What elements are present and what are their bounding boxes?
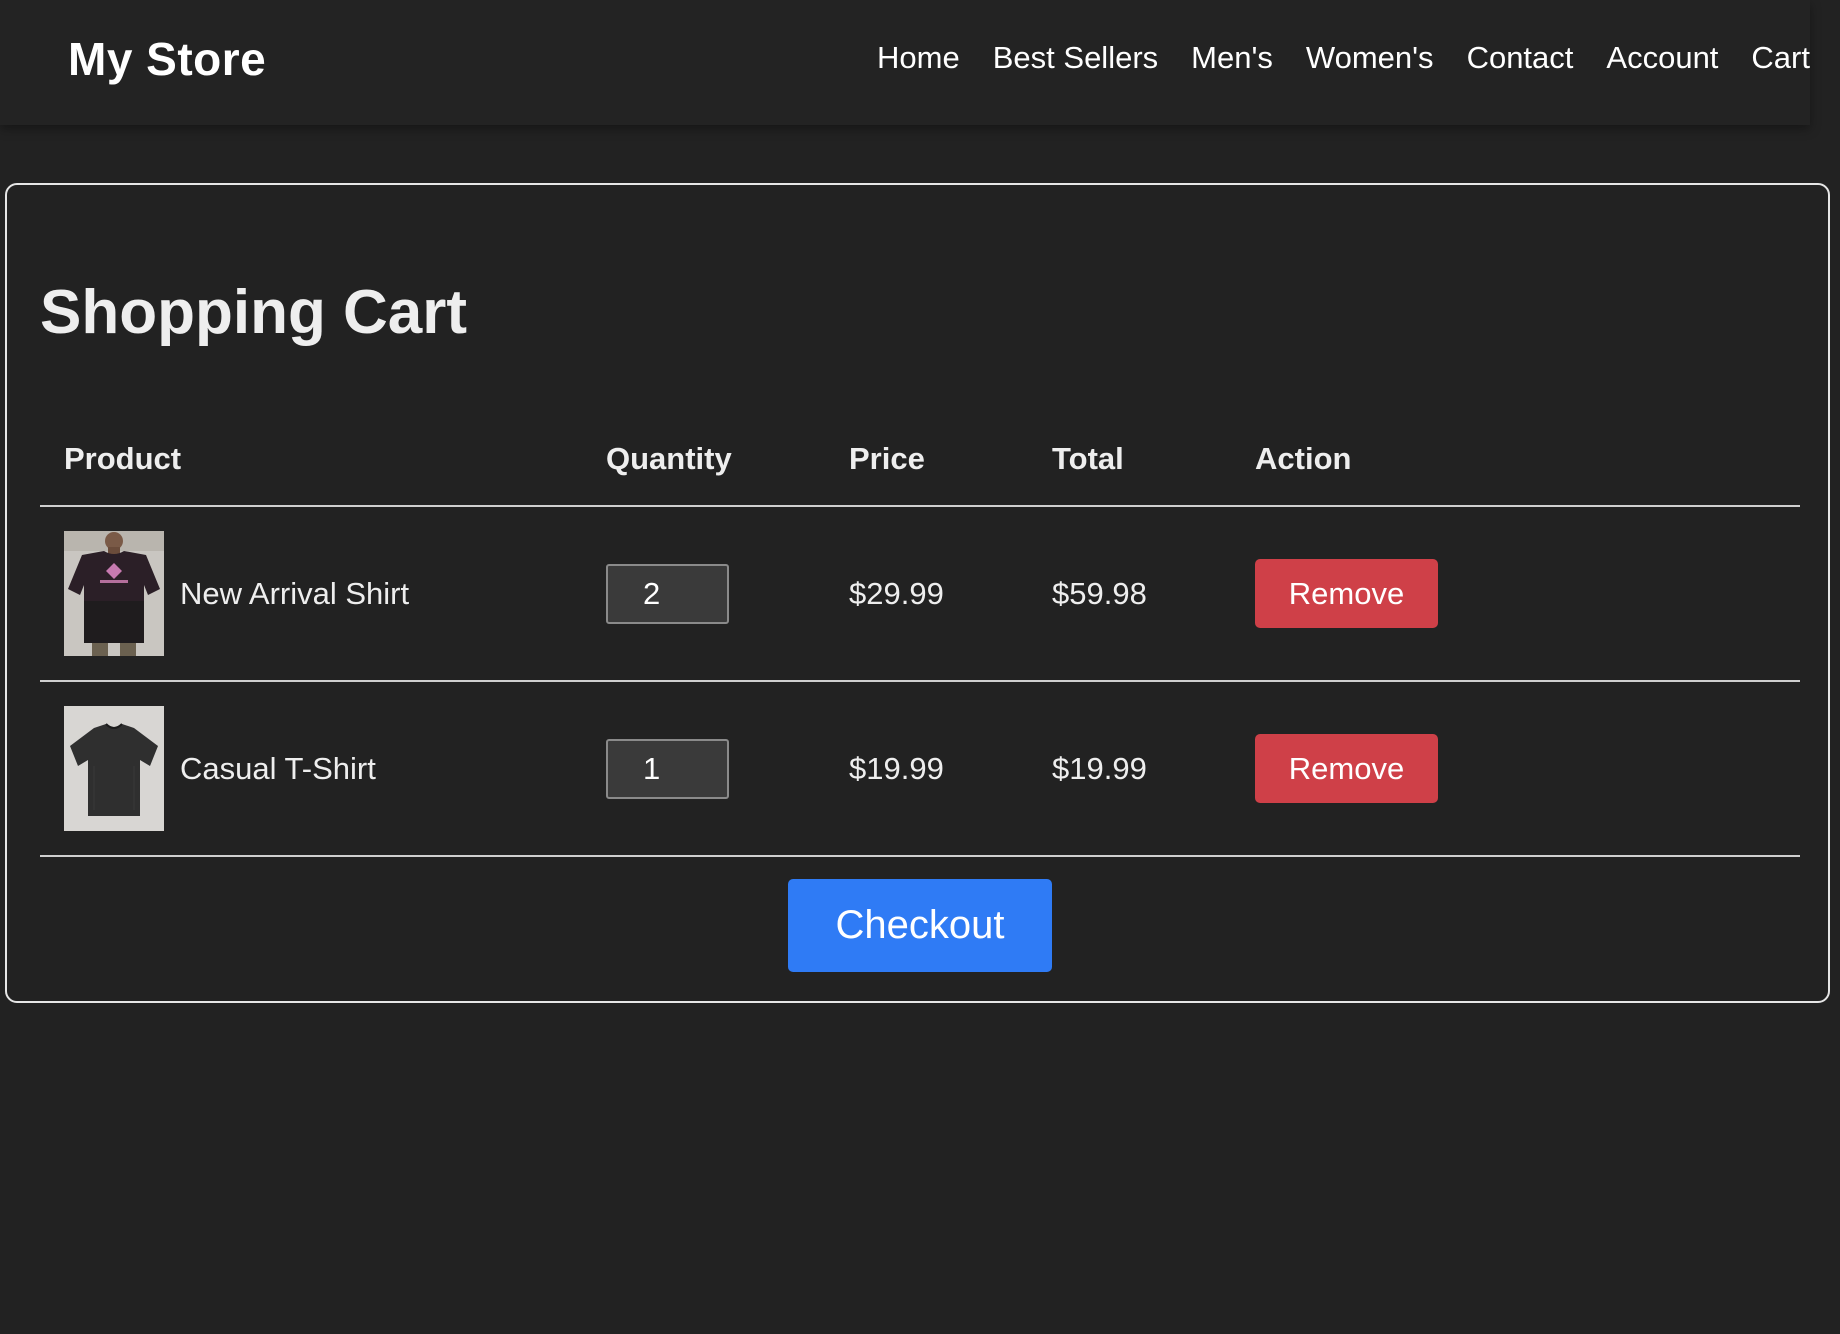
site-header: My Store Home Best Sellers Men's Women's…: [0, 0, 1810, 125]
nav-account[interactable]: Account: [1606, 40, 1718, 76]
cart-panel: Shopping Cart Product Quantity Price Tot…: [5, 183, 1830, 1003]
column-header-price: Price: [825, 413, 1028, 507]
column-header-quantity: Quantity: [582, 413, 825, 507]
checkout-button[interactable]: Checkout: [788, 879, 1052, 972]
table-row: Casual T-Shirt $19.99 $19.99 Remove: [40, 681, 1800, 857]
page: My Store Home Best Sellers Men's Women's…: [0, 0, 1840, 1334]
nav-best-sellers[interactable]: Best Sellers: [993, 40, 1158, 76]
quantity-input[interactable]: [606, 738, 729, 799]
cart-table: Product Quantity Price Total Action New …: [40, 413, 1800, 857]
store-logo[interactable]: My Store: [68, 32, 266, 86]
quantity-input[interactable]: [606, 563, 729, 624]
total-cell: $59.98: [1028, 506, 1231, 682]
nav-contact[interactable]: Contact: [1467, 40, 1574, 76]
column-header-action: Action: [1231, 413, 1800, 507]
product-cell: New Arrival Shirt: [40, 506, 582, 682]
shirt-photo-icon[interactable]: [64, 531, 164, 656]
nav-cart[interactable]: Cart: [1751, 40, 1810, 76]
tshirt-photo-icon[interactable]: [64, 706, 164, 831]
column-header-total: Total: [1028, 413, 1231, 507]
nav-mens[interactable]: Men's: [1191, 40, 1273, 76]
page-title: Shopping Cart: [40, 278, 468, 347]
table-header-row: Product Quantity Price Total Action: [40, 413, 1800, 507]
price-cell: $29.99: [825, 506, 1028, 682]
remove-button[interactable]: Remove: [1255, 734, 1438, 803]
nav-home[interactable]: Home: [877, 40, 960, 76]
price-cell: $19.99: [825, 681, 1028, 857]
total-cell: $19.99: [1028, 681, 1231, 857]
remove-button[interactable]: Remove: [1255, 559, 1438, 628]
main-nav: Home Best Sellers Men's Women's Contact …: [877, 40, 1810, 76]
action-cell: Remove: [1231, 681, 1800, 857]
quantity-cell: [582, 681, 825, 857]
quantity-cell: [582, 506, 825, 682]
product-name: Casual T-Shirt: [180, 750, 376, 786]
product-name: New Arrival Shirt: [180, 575, 410, 611]
column-header-product: Product: [40, 413, 582, 507]
table-row: New Arrival Shirt $29.99 $59.98 Remove: [40, 506, 1800, 682]
nav-womens[interactable]: Women's: [1306, 40, 1434, 76]
product-cell: Casual T-Shirt: [40, 681, 582, 857]
action-cell: Remove: [1231, 506, 1800, 682]
